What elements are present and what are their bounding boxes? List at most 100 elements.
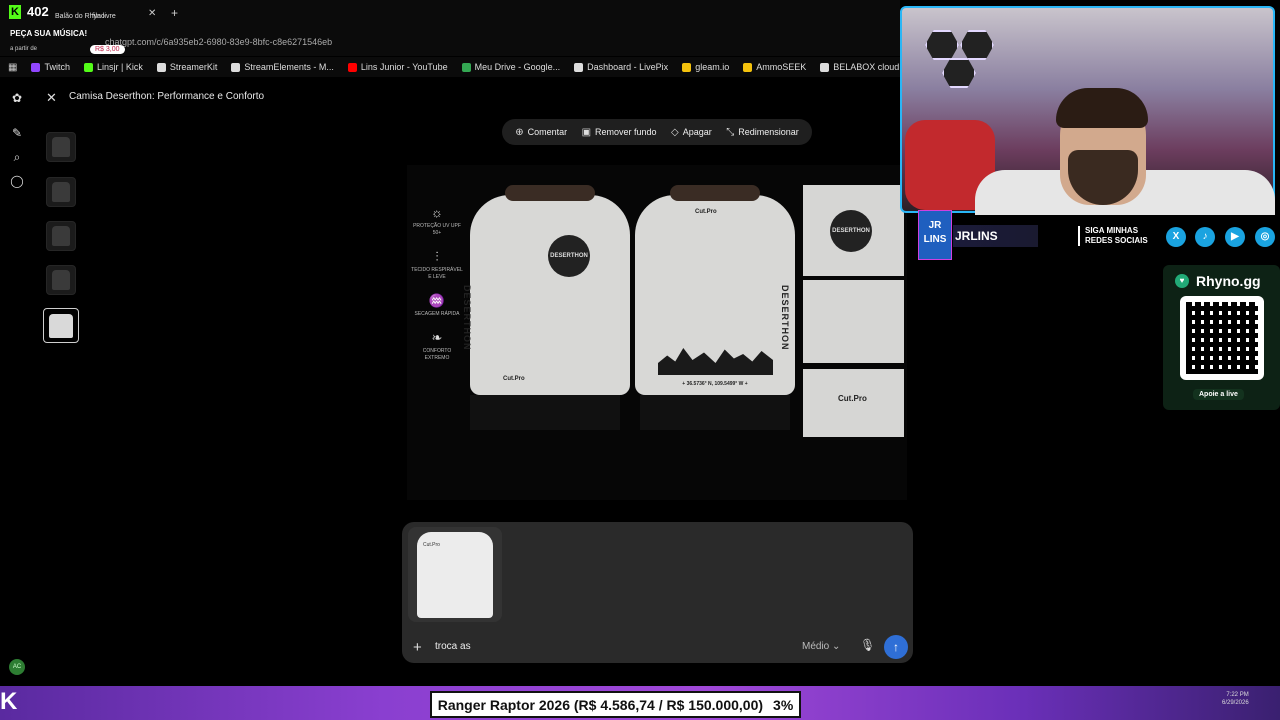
- microphone-icon[interactable]: 🎙: [860, 638, 875, 652]
- bookmark-favicon-icon: [574, 62, 584, 72]
- avatar[interactable]: AC: [9, 659, 25, 675]
- shirt-front: [470, 195, 630, 395]
- bookmark-item[interactable]: StreamerKit: [156, 62, 217, 72]
- feature-uv: ☼ PROTEÇÃO UV UPF 50+: [413, 205, 461, 236]
- sleeve-text-right: DESERTHON: [780, 285, 790, 351]
- send-button[interactable]: ↑: [884, 635, 908, 659]
- bookmark-favicon-icon: [231, 62, 241, 72]
- image-thumbnail[interactable]: [46, 265, 76, 295]
- bookmark-favicon-icon: [31, 62, 41, 72]
- kick-logo-icon: K: [9, 5, 21, 19]
- taskbar-clock: 7:22 PM 6/29/2026: [1222, 692, 1249, 706]
- new-tab-icon[interactable]: +: [171, 6, 178, 20]
- bookmark-favicon-icon: [820, 62, 830, 72]
- a-partir-label: a partir de: [10, 46, 38, 52]
- bookmark-favicon-icon: [83, 62, 93, 72]
- editor-title: Camisa Deserthon: Performance e Conforto: [69, 91, 265, 102]
- heart-icon: ♥: [1175, 274, 1189, 288]
- fila-label: fila livre: [92, 13, 116, 20]
- fabric-icon: ⫶: [435, 249, 439, 264]
- goal-percent: 3%: [773, 696, 794, 713]
- eraser-icon: ◇: [671, 126, 679, 138]
- youtube-icon: ▶: [1225, 227, 1245, 247]
- stream-alert-overlay: K 402 Balão do Rhyno fila livre PEÇA SUA…: [0, 0, 160, 56]
- bookmark-item[interactable]: BELABOX cloud: [820, 62, 899, 72]
- support-live-label: Apoie a live: [1193, 389, 1244, 400]
- request-music-label: PEÇA SUA MÚSICA!: [10, 29, 88, 38]
- kick-k-icon: K: [0, 688, 18, 715]
- prompt-input[interactable]: troca as: [435, 641, 471, 652]
- bookmark-item[interactable]: Lins Junior - YouTube: [347, 62, 448, 72]
- detail-badge: DESERTHON: [830, 210, 872, 252]
- drops-icon: ♒: [428, 293, 446, 308]
- plus-circle-icon: ⊕: [515, 126, 524, 138]
- apps-grid-icon[interactable]: ▦: [8, 62, 17, 73]
- chevron-down-icon: ⌄: [832, 641, 841, 652]
- deserthon-badge: DESERTHON: [548, 235, 590, 277]
- remove-background-button[interactable]: ▣ Remover fundo: [582, 127, 657, 138]
- model-neck: [505, 185, 595, 201]
- qr-code: [1180, 296, 1264, 380]
- bookmark-item[interactable]: Meu Drive - Google...: [461, 62, 560, 72]
- goal-text: Ranger Raptor 2026 (R$ 4.586,74 / R$ 150…: [437, 696, 764, 713]
- close-editor-icon[interactable]: ✕: [46, 90, 57, 106]
- rhyno-title: Rhyno.gg: [1196, 273, 1261, 289]
- bookmark-item[interactable]: StreamElements - M...: [231, 62, 334, 72]
- tiktok-icon: ♪: [1195, 227, 1215, 247]
- bookmarks-bar: ▦ Twitch Linsjr | Kick StreamerKit StreamEl…: [0, 57, 900, 77]
- attached-shirt: Cut.Pro: [417, 531, 493, 618]
- goal-ticker: Ranger Raptor 2026 (R$ 4.586,74 / R$ 150…: [430, 691, 801, 718]
- search-icon[interactable]: ⌕: [10, 150, 24, 164]
- feather-icon: ❧: [431, 330, 443, 345]
- bookmark-item[interactable]: AmmoSEEK: [743, 62, 806, 72]
- erase-button[interactable]: ◇ Apagar: [671, 127, 712, 138]
- sleeve-text-left: DESERTHON: [462, 285, 472, 351]
- image-thumbnail[interactable]: [46, 177, 76, 207]
- sun-icon: ☼: [431, 205, 443, 220]
- detail-shoulder-panel: [803, 280, 904, 363]
- resize-icon: ⤡: [726, 126, 735, 138]
- x-twitter-icon: X: [1166, 227, 1186, 247]
- comment-button[interactable]: ⊕ Comentar: [515, 127, 567, 138]
- follow-socials-label: SIGA MINHAS REDES SOCIAIS: [1078, 226, 1148, 246]
- image-icon: ▣: [581, 126, 592, 138]
- instagram-icon: ◎: [1255, 227, 1275, 247]
- model-pants: [470, 395, 620, 430]
- brand-label: Cut.Pro: [503, 376, 525, 382]
- bookmark-favicon-icon: [156, 62, 166, 72]
- coordinates-text: + 36.5736° N, 109.5499° W +: [682, 381, 748, 387]
- detail-brand-label: Cut.Pro: [838, 394, 867, 403]
- price-badge: R$ 3,00: [90, 45, 125, 54]
- attached-brand-label: Cut.Pro: [423, 541, 440, 548]
- resize-button[interactable]: ⤡ Redimensionar: [726, 127, 799, 138]
- bookmark-favicon-icon: [347, 62, 357, 72]
- feature-drying: ♒ SECAGEM RÁPIDA: [414, 293, 460, 317]
- new-chat-icon[interactable]: ✎: [10, 126, 24, 140]
- add-attachment-icon[interactable]: +: [413, 639, 422, 656]
- image-thumbnail-selected[interactable]: [43, 308, 79, 343]
- quality-select[interactable]: Médio ⌄: [802, 641, 840, 652]
- image-edit-toolbar: ⊕ Comentar ▣ Remover fundo ◇ Apagar ⤡ Redime…: [502, 119, 812, 145]
- jr-lins-logo: JR LINS: [918, 210, 952, 260]
- brand-label-back: Cut.Pro: [695, 209, 717, 215]
- viewer-count: 402: [27, 4, 49, 19]
- bookmark-item[interactable]: Dashboard - LivePix: [574, 62, 668, 72]
- bookmark-favicon-icon: [682, 62, 692, 72]
- model-neck-back: [670, 185, 760, 201]
- bookmark-favicon-icon: [743, 62, 753, 72]
- bookmark-item[interactable]: Twitch: [31, 62, 70, 72]
- openai-logo-icon[interactable]: ✿: [10, 91, 24, 105]
- attached-image[interactable]: Cut.Pro: [408, 527, 502, 622]
- image-thumbnail[interactable]: [46, 132, 76, 162]
- model-pants-back: [640, 395, 790, 430]
- feature-comfort: ❧ CONFORTO EXTREMO: [422, 330, 452, 361]
- bookmark-favicon-icon: [461, 62, 471, 72]
- bookmark-item[interactable]: Linsjr | Kick: [83, 62, 143, 72]
- bookmark-item[interactable]: gleam.io: [682, 62, 729, 72]
- image-thumbnail[interactable]: [46, 221, 76, 251]
- feature-fabric: ⫶ TECIDO RESPIRÁVEL E LEVE: [411, 249, 463, 280]
- detail-hem-panel: [803, 369, 904, 437]
- chat-bubble-icon[interactable]: ◯: [10, 174, 24, 188]
- channel-name: JRLINS: [953, 225, 1038, 247]
- feature-list: ☼ PROTEÇÃO UV UPF 50+ ⫶ TECIDO RESPIRÁVEL …: [410, 205, 464, 374]
